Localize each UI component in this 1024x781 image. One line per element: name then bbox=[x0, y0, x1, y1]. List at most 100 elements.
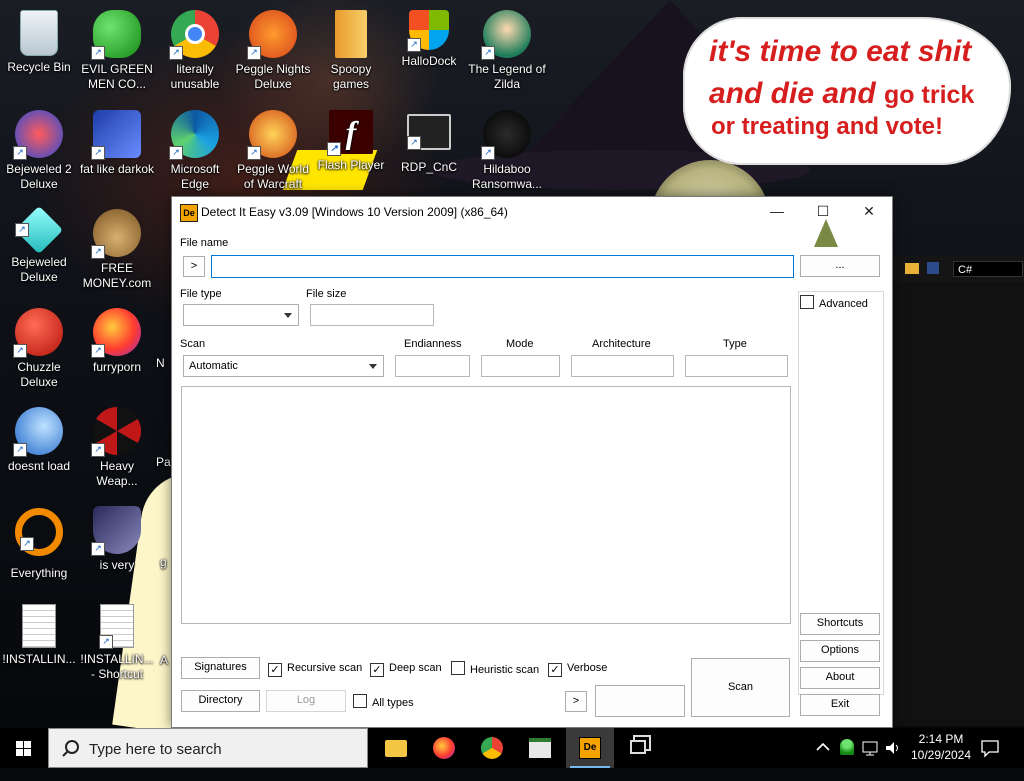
desktop-icon-zilda[interactable]: ↗ The Legend of Zilda bbox=[468, 4, 546, 92]
desktop-icon-chuzzle[interactable]: ↗ Chuzzle Deluxe bbox=[0, 302, 78, 390]
file-type-select[interactable] bbox=[183, 304, 299, 326]
desktop-icon-evil-green-men[interactable]: ↗ EVIL GREEN MEN CO... bbox=[78, 4, 156, 92]
desktop-icon-furryporn[interactable]: ↗ furryporn bbox=[78, 302, 156, 375]
recent-files-button[interactable]: > bbox=[183, 256, 205, 277]
green-man-icon bbox=[840, 739, 854, 755]
desktop-icon-peggle-wow[interactable]: ↗ Peggle World of Warcraft bbox=[234, 104, 312, 192]
desktop-icon-free-money[interactable]: ↗ FREE MONEY.com bbox=[78, 203, 156, 291]
start-button[interactable] bbox=[0, 728, 48, 768]
about-button[interactable]: About bbox=[800, 667, 880, 689]
taskbar-file-explorer[interactable] bbox=[372, 728, 420, 768]
options-button[interactable]: Options bbox=[800, 640, 880, 662]
desktop-icon-label: FREE MONEY.com bbox=[82, 261, 152, 290]
radiation-icon: ↗ bbox=[91, 407, 141, 457]
partial-label: A bbox=[160, 653, 169, 667]
chevron-up-icon[interactable] bbox=[816, 741, 832, 781]
network-icon[interactable] bbox=[862, 740, 880, 780]
mode-label: Mode bbox=[506, 338, 534, 350]
desktop-icon-installing-shortcut[interactable]: ↗ !INSTALLIN... - Shortcut bbox=[78, 598, 156, 682]
notifications-icon[interactable] bbox=[980, 738, 1004, 778]
volume-icon[interactable] bbox=[884, 740, 902, 780]
desktop-icon-hildaboo[interactable]: ↗ Hildaboo Ransomwa... bbox=[468, 104, 546, 192]
exit-button[interactable]: Exit bbox=[800, 694, 880, 716]
desktop-icon-label: Microsoft Edge bbox=[170, 162, 220, 191]
window-app-icon bbox=[529, 738, 551, 758]
close-button[interactable]: ✕ bbox=[846, 197, 892, 227]
taskbar-app[interactable] bbox=[516, 728, 564, 768]
scan-mode-select[interactable]: Automatic bbox=[183, 355, 384, 377]
hildaboo-icon: ↗ bbox=[481, 110, 531, 160]
save-icon[interactable] bbox=[927, 262, 939, 274]
detect-it-easy-window: De Detect It Easy v3.09 [Windows 10 Vers… bbox=[171, 196, 893, 728]
heuristic-scan-checkbox[interactable]: Heuristic scan bbox=[451, 661, 539, 677]
endianness-label: Endianness bbox=[404, 338, 462, 350]
desktop-icon-label: EVIL GREEN MEN CO... bbox=[81, 62, 153, 91]
shortcuts-button[interactable]: Shortcuts bbox=[800, 613, 880, 635]
chevron-down-icon bbox=[284, 313, 292, 318]
desktop-icon-fat-like-darkok[interactable]: ↗ fat like darkok bbox=[78, 104, 156, 177]
desktop-icon-heavy-weapons[interactable]: ↗ Heavy Weap... bbox=[78, 401, 156, 489]
more-button[interactable]: > bbox=[565, 691, 587, 712]
thunderbird-icon: ↗ bbox=[13, 407, 63, 457]
recursive-scan-checkbox[interactable]: ✓ Recursive scan bbox=[268, 661, 362, 677]
pyramid-mascot-icon bbox=[814, 219, 838, 247]
desktop-icon-flash-player[interactable]: f ↗ Flash Player bbox=[312, 104, 390, 173]
desktop-icon-is-very[interactable]: ↗ is very bbox=[78, 500, 156, 573]
file-size-field bbox=[310, 304, 434, 326]
desktop-icon-edge[interactable]: ↗ Microsoft Edge bbox=[156, 104, 234, 192]
die-app-icon: De bbox=[579, 737, 601, 759]
desktop-icon-literally-unusable[interactable]: ↗ literally unusable bbox=[156, 4, 234, 92]
taskbar-detect-it-easy[interactable]: De bbox=[566, 728, 614, 768]
desktop-icon-spoopy-games[interactable]: Spoopy games bbox=[312, 4, 390, 92]
deep-scan-label: Deep scan bbox=[389, 662, 442, 674]
checkbox-box bbox=[800, 295, 814, 309]
mode-field bbox=[481, 355, 560, 377]
desktop-icon-label: RDP_CnC bbox=[400, 160, 457, 174]
mpl-icon: ↗ bbox=[91, 110, 141, 160]
taskbar-chrome[interactable] bbox=[468, 728, 516, 768]
desktop-icon-recycle-bin[interactable]: Recycle Bin bbox=[0, 4, 78, 75]
directory-button[interactable]: Directory bbox=[181, 690, 260, 712]
language-field[interactable]: C# bbox=[953, 261, 1023, 277]
desktop-icon-thunderbird[interactable]: ↗ doesnt load bbox=[0, 401, 78, 474]
desktop-icon-installing[interactable]: !INSTALLIN... bbox=[0, 598, 78, 667]
desktop-icon-label: literally unusable bbox=[170, 62, 220, 91]
scan-button[interactable]: Scan bbox=[691, 658, 790, 717]
verbose-checkbox[interactable]: ✓ Verbose bbox=[548, 661, 607, 677]
desktop-icon-bejeweled[interactable]: ↗ Bejeweled Deluxe bbox=[0, 203, 78, 285]
chrome-icon: ↗ bbox=[169, 10, 219, 60]
desktop-icon-label: Bejeweled 2 Deluxe bbox=[6, 162, 72, 191]
taskbar-search-box[interactable]: Type here to search bbox=[48, 728, 368, 768]
folder-icon[interactable] bbox=[905, 263, 919, 274]
folder-icon bbox=[385, 740, 407, 757]
tray-app-icon[interactable] bbox=[840, 739, 856, 779]
desktop-icon-label: !INSTALLIN... bbox=[2, 652, 76, 666]
heuristic-scan-label: Heuristic scan bbox=[470, 664, 540, 676]
search-placeholder: Type here to search bbox=[89, 741, 222, 758]
browse-button[interactable]: ... bbox=[800, 255, 880, 277]
progress-placeholder-button bbox=[595, 685, 685, 717]
title-bar: De Detect It Easy v3.09 [Windows 10 Vers… bbox=[172, 197, 892, 227]
advanced-checkbox[interactable]: Advanced bbox=[800, 295, 868, 311]
desktop-icon-bejeweled2[interactable]: ↗ Bejeweled 2 Deluxe bbox=[0, 104, 78, 192]
taskbar-task-view[interactable] bbox=[615, 728, 663, 768]
taskbar-firefox[interactable] bbox=[420, 728, 468, 768]
architecture-label: Architecture bbox=[592, 338, 651, 350]
desktop-icon-label: Spoopy games bbox=[330, 62, 372, 91]
window-title: Detect It Easy v3.09 [Windows 10 Version… bbox=[201, 205, 508, 219]
die-app-icon: De bbox=[180, 204, 198, 222]
signatures-button[interactable]: Signatures bbox=[181, 657, 260, 679]
firefox-icon bbox=[433, 737, 455, 759]
desktop-icon-hallodock[interactable]: ↗ HalloDock bbox=[390, 4, 468, 69]
log-button: Log bbox=[266, 690, 346, 712]
minimize-button[interactable]: — bbox=[754, 197, 800, 227]
all-types-checkbox[interactable]: All types bbox=[353, 694, 414, 710]
scan-results-area[interactable] bbox=[181, 386, 791, 624]
file-name-input[interactable] bbox=[211, 255, 794, 278]
chuzzle-icon: ↗ bbox=[13, 308, 63, 358]
desktop-icon-rdp-cnc[interactable]: ↗ RDP_CnC bbox=[390, 104, 468, 175]
clock[interactable]: 2:14 PM 10/29/2024 bbox=[906, 728, 976, 768]
deep-scan-checkbox[interactable]: ✓ Deep scan bbox=[370, 661, 442, 677]
desktop-icon-everything[interactable]: ↗ Everything bbox=[0, 500, 78, 581]
desktop-icon-peggle-nights[interactable]: ↗ Peggle Nights Deluxe bbox=[234, 4, 312, 92]
